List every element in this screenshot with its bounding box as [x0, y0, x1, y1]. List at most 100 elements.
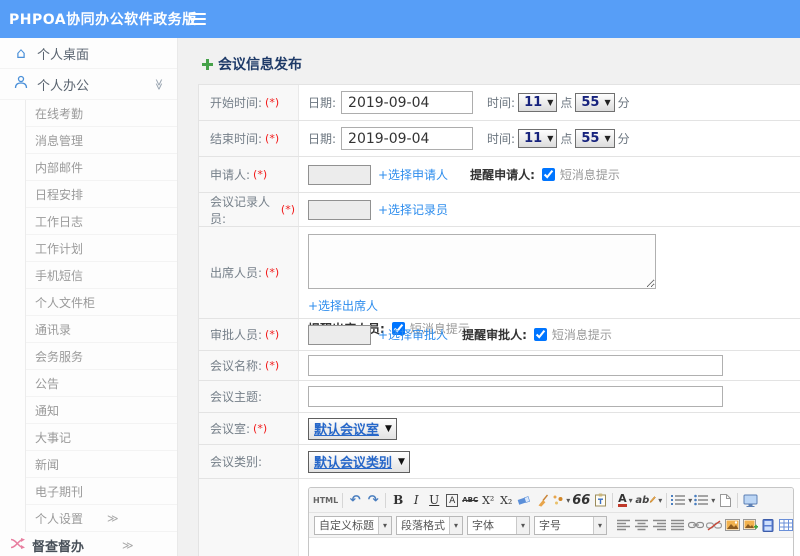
start-minute-select[interactable]: 55 ▼	[575, 93, 615, 112]
user-icon	[13, 75, 29, 93]
end-date-input[interactable]	[341, 127, 474, 150]
sidebar-item-contacts[interactable]: 通讯录	[26, 316, 177, 343]
caret-down-icon: ▾	[566, 495, 571, 505]
undo-icon[interactable]: ↶	[347, 491, 363, 510]
sidebar-item-schedule[interactable]: 日程安排	[26, 181, 177, 208]
meeting-subject-input[interactable]	[308, 386, 723, 407]
start-hour-select[interactable]: 11 ▼	[518, 93, 558, 112]
highlight-color-dropdown[interactable]: ab ▾	[635, 491, 662, 510]
meeting-name-input[interactable]	[308, 355, 723, 376]
clean-word-button[interactable]	[534, 491, 550, 510]
end-minute-select[interactable]: 55 ▼	[575, 129, 615, 148]
broom-icon	[538, 494, 548, 507]
sidebar-item-online-attendance[interactable]: 在线考勤	[26, 100, 177, 127]
select-attendees-link[interactable]: +选择出席人	[308, 299, 378, 313]
sidebar-item-personal-cabinet[interactable]: 个人文件柜	[26, 289, 177, 316]
align-right-button[interactable]	[652, 516, 668, 535]
upload-image-button[interactable]	[742, 516, 758, 535]
approver-input[interactable]	[308, 324, 371, 345]
align-center-button[interactable]	[634, 516, 650, 535]
new-page-icon	[720, 493, 732, 507]
quick-format-dropdown[interactable]: ▾	[552, 491, 570, 510]
insert-table-button[interactable]	[778, 516, 793, 535]
recorder-input[interactable]	[308, 199, 371, 220]
editor-toolbar-row2: 自定义标题 ▾ 段落格式 ▾ 字体 ▾ 字号 ▾	[309, 513, 793, 538]
image-icon	[724, 519, 740, 531]
sidebar-item-announcement[interactable]: 公告	[26, 370, 177, 397]
bullet-list-dropdown[interactable]: ▾	[694, 491, 715, 510]
meeting-category-select[interactable]: 默认会议类别 ▼	[308, 450, 410, 473]
select-arrow-icon: ▼	[604, 98, 611, 107]
sidebar-item-memorabilia[interactable]: 大事记	[26, 424, 177, 451]
remove-link-button[interactable]	[706, 516, 722, 535]
sidebar-item-notice[interactable]: 通知	[26, 397, 177, 424]
superscript-button[interactable]: X²	[480, 491, 496, 510]
sidebar-item-internal-mail[interactable]: 内部邮件	[26, 154, 177, 181]
bullet-list-icon	[694, 494, 709, 506]
ordered-list-dropdown[interactable]: ▾	[671, 491, 692, 510]
redo-icon[interactable]: ↷	[365, 491, 381, 510]
insert-media-button[interactable]	[760, 516, 776, 535]
font-size-select[interactable]: 字号 ▾	[534, 515, 607, 535]
fullscreen-button[interactable]	[742, 491, 758, 510]
font-color-dropdown[interactable]: A ▾	[617, 491, 633, 510]
eraser-icon	[517, 496, 531, 505]
align-left-icon	[617, 519, 630, 531]
sidebar-item-work-plan[interactable]: 工作计划	[26, 235, 177, 262]
align-center-icon	[635, 519, 648, 531]
align-justify-button[interactable]	[670, 516, 686, 535]
paste-text-button[interactable]	[592, 491, 608, 510]
attendees-textarea[interactable]	[308, 234, 656, 289]
underline-button[interactable]: U	[426, 491, 442, 510]
font-border-button[interactable]: A	[446, 493, 459, 507]
ordered-list-icon	[671, 495, 686, 505]
select-recorder-link[interactable]: +选择记录员	[378, 201, 448, 218]
insert-link-button[interactable]	[688, 516, 704, 535]
media-icon	[762, 518, 774, 532]
sidebar-item-news[interactable]: 新闻	[26, 451, 177, 478]
sidebar-item-work-log[interactable]: 工作日志	[26, 208, 177, 235]
heading-select[interactable]: 自定义标题 ▾	[314, 515, 392, 535]
richtext-editor: HTML ↶ ↷ B I U A ABC X² X₂ ▾ 66 A ▾ ab ▾…	[308, 487, 794, 556]
sidebar-item-personal-settings[interactable]: 个人设置 ≫	[26, 505, 177, 532]
blockquote-button[interactable]: 66	[572, 491, 590, 510]
sidebar-item-message-management[interactable]: 消息管理	[26, 127, 177, 154]
sidebar-item-e-journal[interactable]: 电子期刊	[26, 478, 177, 505]
add-icon	[202, 58, 213, 70]
italic-button[interactable]: I	[408, 491, 424, 510]
font-family-select[interactable]: 字体 ▾	[467, 515, 530, 535]
new-page-button[interactable]	[717, 491, 733, 510]
sidebar-item-mobile-sms[interactable]: 手机短信	[26, 262, 177, 289]
applicant-input[interactable]	[308, 164, 371, 185]
form-row-attendees: 出席人员:(*) +选择出席人 提醒出席人员: 短消息提示	[199, 227, 800, 336]
approver-sms-checkbox[interactable]	[533, 328, 547, 341]
table-icon	[779, 519, 793, 531]
applicant-sms-checkbox[interactable]	[541, 168, 555, 181]
sidebar-item-personal-desktop[interactable]: ⌂ 个人桌面	[0, 38, 177, 69]
sidebar-item-personal-office[interactable]: 个人办公 ≫	[0, 69, 177, 100]
meeting-room-select[interactable]: 默认会议室 ▼	[308, 417, 397, 440]
bold-button[interactable]: B	[390, 491, 406, 510]
select-approver-link[interactable]: +选择审批人	[378, 326, 448, 343]
end-hour-select[interactable]: 11 ▼	[518, 129, 558, 148]
align-right-icon	[653, 519, 666, 531]
insert-image-button[interactable]	[724, 516, 740, 535]
sidebar-item-meeting-service[interactable]: 会务服务	[26, 343, 177, 370]
select-applicant-link[interactable]: +选择申请人	[378, 166, 448, 183]
select-arrow-icon: ▼	[385, 423, 392, 434]
editor-content-area[interactable]	[309, 538, 793, 556]
html-source-button[interactable]: HTML	[313, 491, 338, 510]
remove-format-button[interactable]	[516, 491, 532, 510]
align-left-button[interactable]	[616, 516, 632, 535]
sidebar-item-supervision[interactable]: 督查督办 ≫	[0, 532, 177, 556]
home-icon: ⌂	[16, 44, 26, 62]
start-date-input[interactable]	[341, 91, 474, 114]
clipboard-icon	[594, 493, 606, 507]
paragraph-format-select[interactable]: 段落格式 ▾	[396, 515, 463, 535]
form-row-meeting-name: 会议名称: (*)	[199, 351, 800, 381]
strikethrough-button[interactable]: ABC	[462, 491, 478, 510]
subscript-button[interactable]: X₂	[498, 491, 514, 510]
editor-toolbar-row1: HTML ↶ ↷ B I U A ABC X² X₂ ▾ 66 A ▾ ab ▾…	[309, 488, 793, 513]
form-row-meeting-subject: 会议主题:	[199, 381, 800, 413]
menu-icon[interactable]	[190, 13, 206, 28]
